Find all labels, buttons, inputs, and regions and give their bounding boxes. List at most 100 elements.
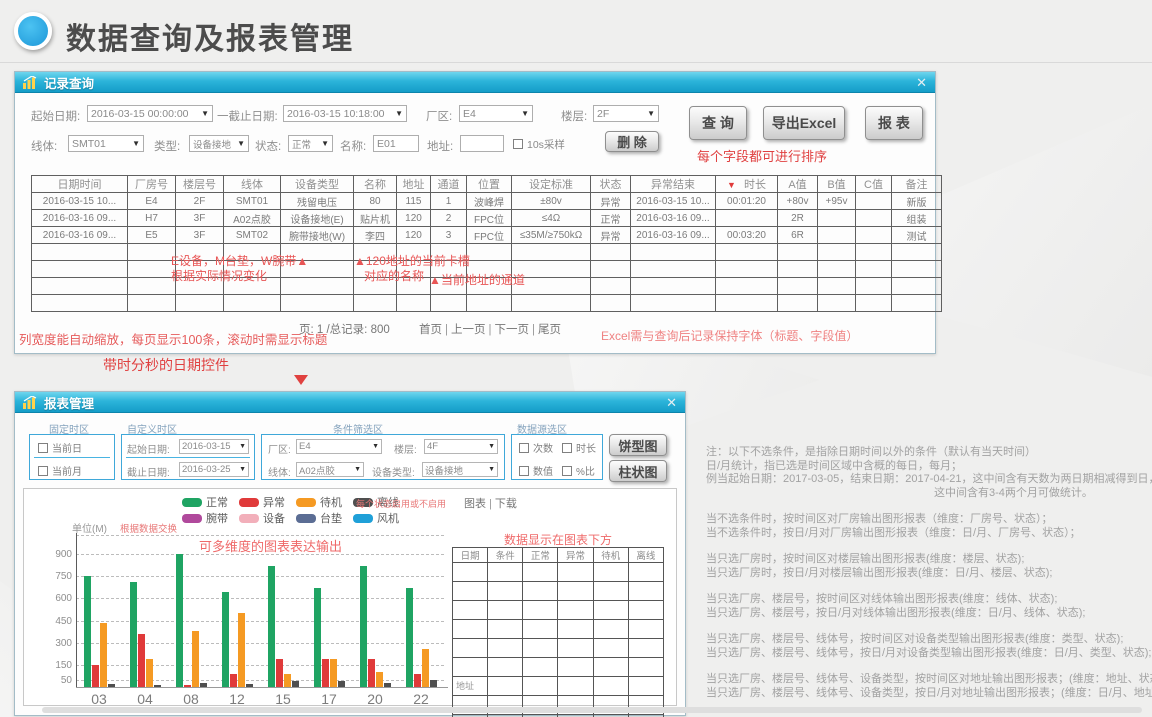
table-cell: 测试 xyxy=(892,227,942,244)
column-header-日期时间[interactable]: 日期时间 xyxy=(32,176,128,193)
legend-item-设备[interactable]: 设备 xyxy=(239,510,285,526)
close-icon[interactable]: ✕ xyxy=(666,396,677,409)
table-cell: 2016-03-16 09... xyxy=(631,210,716,227)
legend-item-风机[interactable]: 风机 xyxy=(353,510,399,526)
column-header-线体[interactable]: 线体 xyxy=(224,176,281,193)
column-header-状态[interactable]: 状态 xyxy=(591,176,631,193)
legend-item-腕带[interactable]: 腕带 xyxy=(182,510,228,526)
legend-item-异常[interactable]: 异常 xyxy=(239,494,285,510)
table-cell: 异常 xyxy=(591,227,631,244)
column-header-设定标准[interactable]: 设定标准 xyxy=(512,176,591,193)
count-checkbox[interactable]: 次数 xyxy=(519,440,553,455)
record-query-titlebar[interactable]: 记录查询 ✕ xyxy=(15,72,935,93)
bar-异常-17 xyxy=(322,659,329,687)
start-date-input[interactable]: 2016-03-15 00:00:00 ▼ xyxy=(87,105,213,122)
chart-link[interactable]: 图表 xyxy=(464,498,486,510)
nav-尾页[interactable]: 尾页 xyxy=(538,324,561,336)
report-cell xyxy=(558,601,593,620)
column-header-时长[interactable]: ▼时长 xyxy=(716,176,778,193)
legend-label: 待机 xyxy=(320,494,342,510)
close-icon[interactable]: ✕ xyxy=(916,76,927,89)
nav-上一页[interactable]: 上一页 xyxy=(451,324,486,336)
name-input[interactable]: E01 xyxy=(373,135,419,152)
column-header-异常结束[interactable]: 异常结束 xyxy=(631,176,716,193)
report-cell xyxy=(628,582,663,601)
report-cell xyxy=(488,620,523,639)
address-input[interactable] xyxy=(460,135,504,152)
horizontal-scrollbar[interactable] xyxy=(42,707,1142,713)
report-area-value: E4 xyxy=(299,441,311,452)
x-axis xyxy=(76,687,448,688)
legend-item-待机[interactable]: 待机 xyxy=(296,494,342,510)
legend-note: 每个状态启用或不启用 xyxy=(356,497,446,510)
report-cell xyxy=(488,658,523,677)
type-label: 类型: xyxy=(154,138,180,154)
end-date-input[interactable]: 2016-03-15 10:18:00 ▼ xyxy=(283,105,407,122)
current-day-checkbox[interactable]: 当前日 xyxy=(38,440,82,455)
unit-note: 根据数据交换 xyxy=(120,521,177,535)
separator: | xyxy=(489,498,492,510)
table-row[interactable]: 2016-03-16 09...E53FSMT02腕带接地(W)李四1203FP… xyxy=(32,227,942,244)
column-header-位置[interactable]: 位置 xyxy=(467,176,512,193)
report-devtype-select[interactable]: 设备接地 ▼ xyxy=(422,462,498,477)
note-line: 当只选厂房、楼层号、线体号、设备类型，按时间区对地址输出图形报表；(维度：地址、… xyxy=(706,673,1152,687)
note-line: 当只选厂房、楼层号，按时间区对线体输出图形报表(维度：线体、状态); xyxy=(706,593,1152,607)
report-cell xyxy=(558,658,593,677)
value-checkbox[interactable]: 数值 xyxy=(519,463,553,478)
nav-下一页[interactable]: 下一页 xyxy=(495,324,530,336)
report-button[interactable]: 报 表 xyxy=(865,106,923,140)
report-floor-select[interactable]: 4F ▼ xyxy=(424,439,498,454)
nav-首页[interactable]: 首页 xyxy=(419,324,442,336)
report-end-input[interactable]: 2016-03-25 ▼ xyxy=(179,462,249,477)
table-row[interactable]: 2016-03-15 10...E42FSMT01残留电压801151波峰焊±8… xyxy=(32,193,942,210)
report-mgmt-titlebar[interactable]: 报表管理 ✕ xyxy=(15,392,685,413)
column-header-设备类型[interactable]: 设备类型 xyxy=(281,176,354,193)
export-excel-button[interactable]: 导出Excel xyxy=(763,106,845,140)
line-select[interactable]: SMT01 ▼ xyxy=(68,135,144,152)
status-select[interactable]: 正常 ▼ xyxy=(288,135,333,152)
dropdown-arrow-icon: ▼ xyxy=(372,443,379,450)
column-header-楼层号[interactable]: 楼层号 xyxy=(176,176,224,193)
excel-font-note: Excel需与查询后记录保持字体（标题、字段值） xyxy=(601,327,858,344)
report-area-select[interactable]: E4 ▼ xyxy=(296,439,382,454)
legend-item-正常[interactable]: 正常 xyxy=(182,494,228,510)
column-header-名称[interactable]: 名称 xyxy=(354,176,397,193)
chart-links: 图表|下载 xyxy=(464,495,517,511)
report-cell xyxy=(488,639,523,658)
floor-select[interactable]: 2F ▼ xyxy=(593,105,659,122)
table-cell xyxy=(856,210,892,227)
report-line-select[interactable]: A02点胶 ▼ xyxy=(296,462,364,477)
column-header-C值[interactable]: C值 xyxy=(856,176,892,193)
duration-checkbox[interactable]: 时长 xyxy=(562,440,596,455)
status-value: 正常 xyxy=(292,137,311,151)
legend-item-台垫[interactable]: 台垫 xyxy=(296,510,342,526)
download-link[interactable]: 下载 xyxy=(495,498,517,510)
sampling-checkbox[interactable]: 10s采样 xyxy=(513,137,565,152)
pie-chart-button[interactable]: 饼型图 xyxy=(609,434,667,456)
start-date-label: 起始日期: xyxy=(31,108,80,124)
sort-desc-icon: ▼ xyxy=(727,180,736,190)
delete-button[interactable]: 删 除 xyxy=(605,131,659,152)
column-header-备注[interactable]: 备注 xyxy=(892,176,942,193)
column-header-label: 位置 xyxy=(478,179,500,191)
report-start-input[interactable]: 2016-03-15 ▼ xyxy=(179,439,249,454)
report-cell xyxy=(488,601,523,620)
table-row[interactable]: 2016-03-16 09...H73FA02点胶设备接地(E)贴片机1202F… xyxy=(32,210,942,227)
column-header-A值[interactable]: A值 xyxy=(778,176,818,193)
table-cell: ±80v xyxy=(512,193,591,210)
bar-chart-button[interactable]: 柱状图 xyxy=(609,460,667,482)
column-header-B值[interactable]: B值 xyxy=(818,176,856,193)
current-month-checkbox[interactable]: 当前月 xyxy=(38,463,82,478)
x-tick-label: 22 xyxy=(398,691,444,707)
area-select[interactable]: E4 ▼ xyxy=(459,105,533,122)
record-table: 日期时间厂房号楼层号线体设备类型名称地址通道位置设定标准状态异常结束▼时长A值B… xyxy=(31,175,942,312)
query-button[interactable]: 查 询 xyxy=(689,106,747,140)
header-divider xyxy=(0,62,1152,63)
bar-异常-04 xyxy=(138,634,145,687)
type-select[interactable]: 设备接地 ▼ xyxy=(189,135,249,152)
column-header-通道[interactable]: 通道 xyxy=(431,176,467,193)
percent-checkbox[interactable]: %比 xyxy=(562,463,595,478)
column-header-厂房号[interactable]: 厂房号 xyxy=(128,176,176,193)
column-header-地址[interactable]: 地址 xyxy=(397,176,431,193)
table-cell xyxy=(818,261,856,278)
